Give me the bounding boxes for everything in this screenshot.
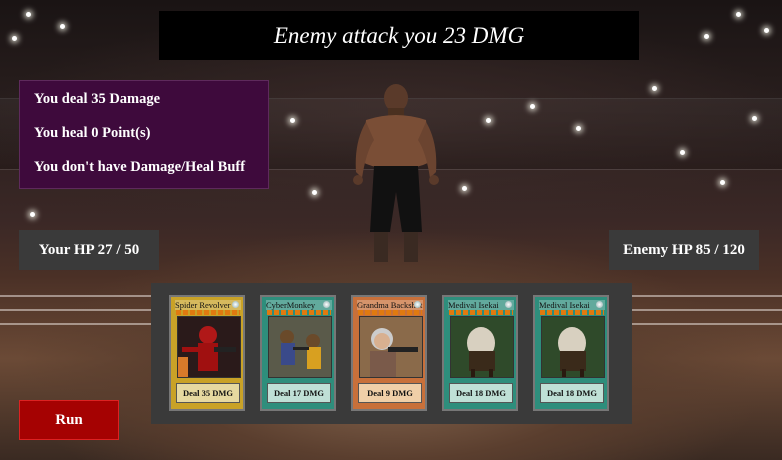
enemy-attack-banner: Enemy attack you 23 DMG xyxy=(159,11,639,60)
enemy-fighter xyxy=(353,84,439,262)
damage-dealt-text: You deal 35 Damage xyxy=(34,91,161,107)
card-medival-isekai-2[interactable]: Medival Isekai Deal 18 DMG xyxy=(533,295,609,411)
card-cybermonkey[interactable]: CyberMonkey Deal 17 DMG xyxy=(260,295,336,411)
grandma-gun-art xyxy=(359,316,423,378)
enemy-hp-display: Enemy HP 85 / 120 xyxy=(609,230,759,270)
card-effect: Deal 18 DMG xyxy=(540,383,604,403)
card-effect: Deal 35 DMG xyxy=(176,383,240,403)
heal-text: You heal 0 Point(s) xyxy=(34,125,151,141)
horse-art xyxy=(450,316,514,378)
buff-status-text: You don't have Damage/Heal Buff xyxy=(34,159,246,175)
run-button[interactable]: Run xyxy=(19,400,119,440)
card-medival-isekai-1[interactable]: Medival Isekai Deal 18 DMG xyxy=(442,295,518,411)
card-grandma-backshot[interactable]: Grandma Backshot Deal 9 DMG xyxy=(351,295,427,411)
attribute-icon xyxy=(414,301,421,308)
attribute-icon xyxy=(232,301,239,308)
level-stars xyxy=(176,310,240,315)
monkeys-fighting-art xyxy=(268,316,332,378)
attribute-icon xyxy=(596,301,603,308)
card-spider-revolver[interactable]: Spider Revolver Deal 35 DMG xyxy=(169,295,245,411)
card-hand-tray: Spider Revolver Deal 35 DMG CyberMonkey … xyxy=(151,283,632,424)
level-stars xyxy=(267,310,331,315)
spider-gunman-art xyxy=(177,316,241,378)
level-stars xyxy=(449,310,513,315)
horse-art xyxy=(541,316,605,378)
level-stars xyxy=(358,310,422,315)
card-effect: Deal 17 DMG xyxy=(267,383,331,403)
attribute-icon xyxy=(323,301,330,308)
player-hp-display: Your HP 27 / 50 xyxy=(19,230,159,270)
attribute-icon xyxy=(505,301,512,308)
card-effect: Deal 9 DMG xyxy=(358,383,422,403)
level-stars xyxy=(540,310,604,315)
combat-log-panel: You deal 35 Damage You heal 0 Point(s) Y… xyxy=(19,80,269,189)
card-effect: Deal 18 DMG xyxy=(449,383,513,403)
